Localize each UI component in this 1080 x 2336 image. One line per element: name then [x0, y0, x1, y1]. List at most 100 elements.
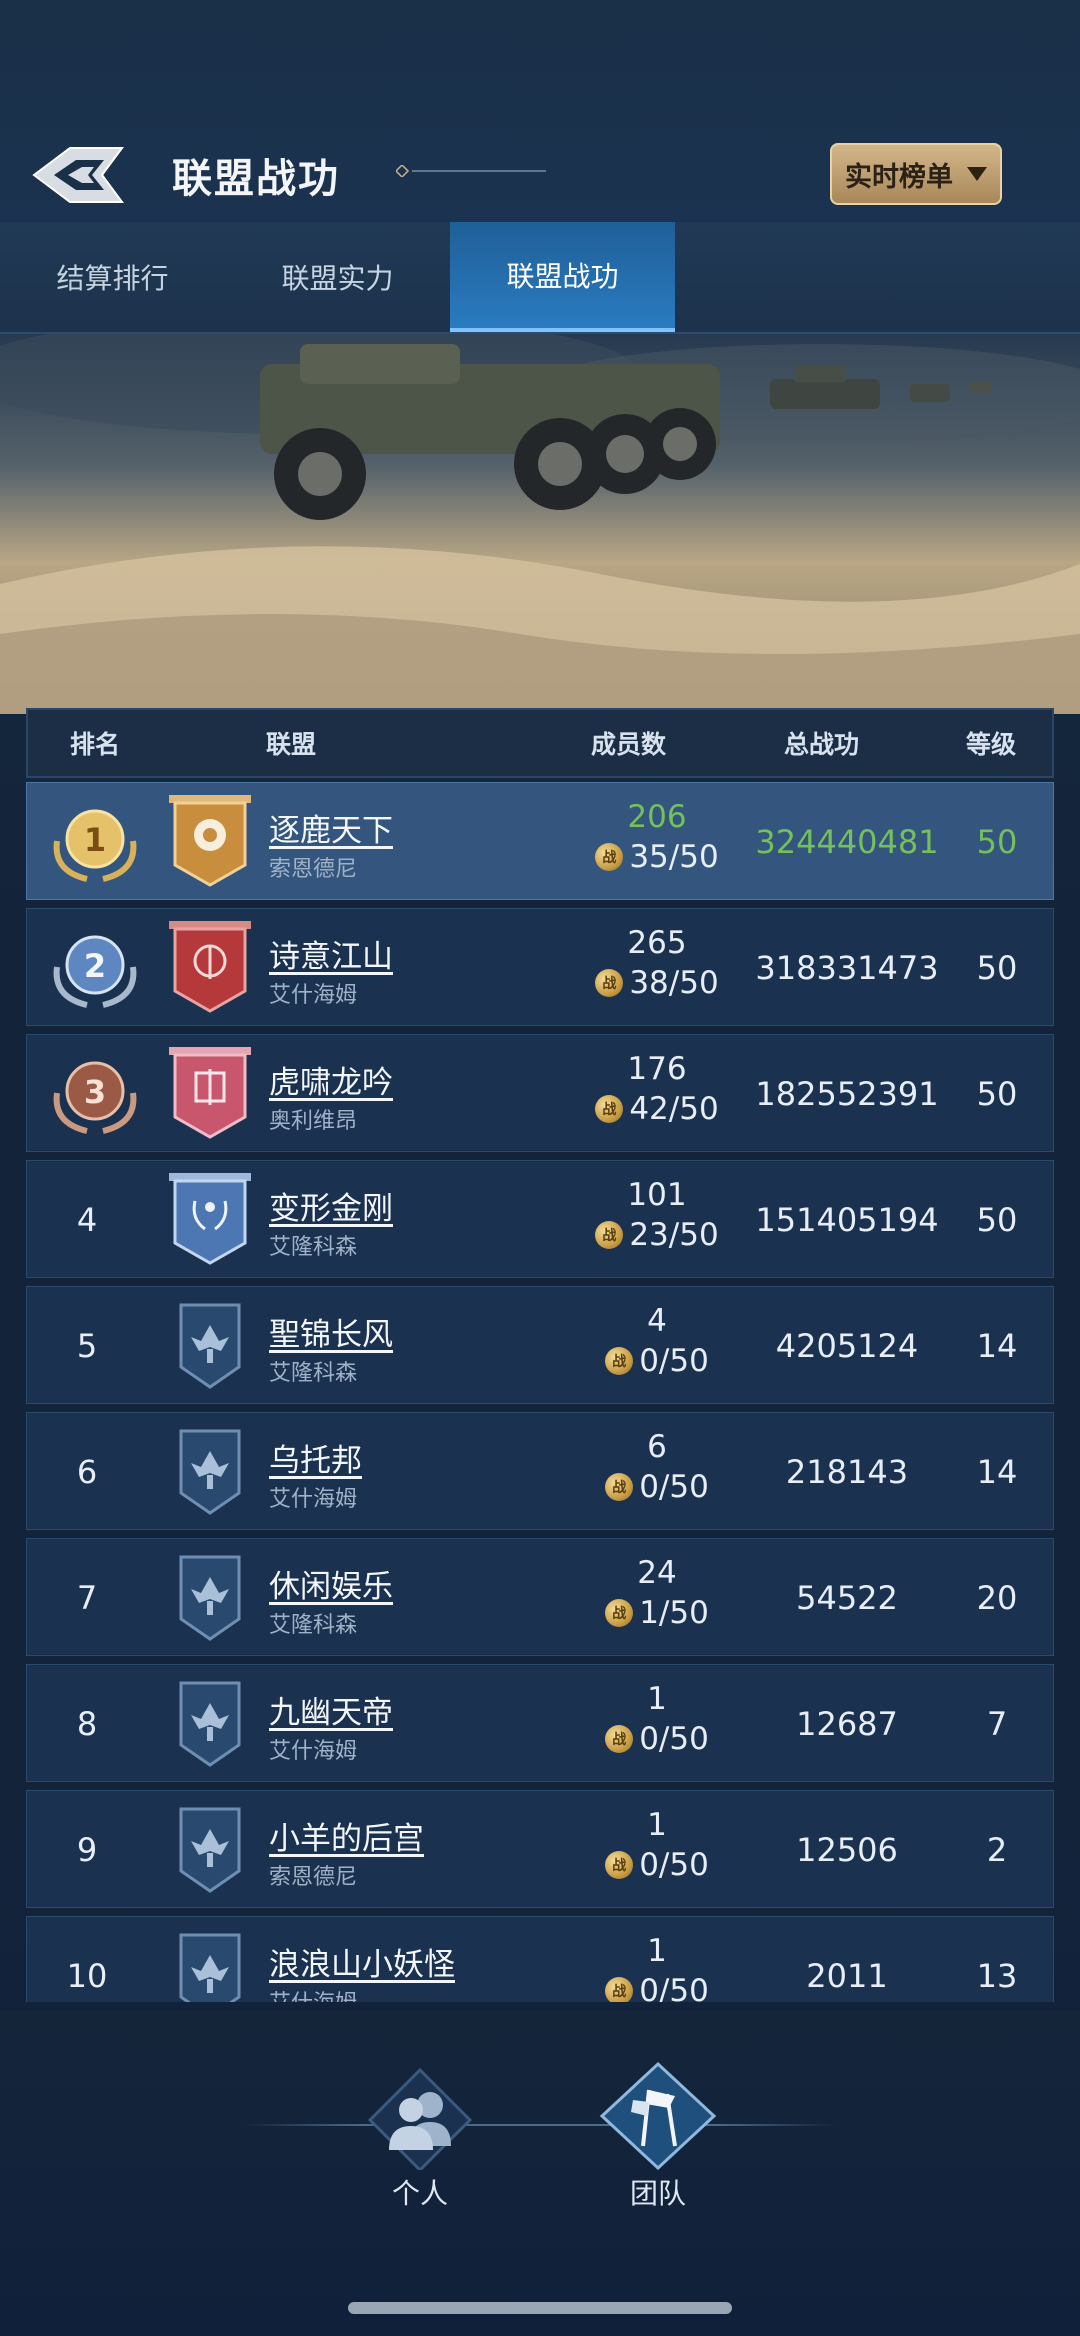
table-row[interactable]: 6 乌托邦 艾什海姆 6 战 0/50 218143 14 [26, 1412, 1054, 1530]
total-merit: 2011 [806, 1957, 888, 1995]
table-row[interactable]: 2 诗意江山 艾什海姆 265 战 38/50 318331473 50 [26, 908, 1054, 1026]
member-count: 206 [627, 799, 687, 835]
total-merit: 151405194 [755, 1201, 939, 1239]
member-count: 1 [647, 1681, 667, 1717]
merit-coin-count: 战 38/50 [567, 965, 747, 1001]
server-name: 索恩德尼 [269, 857, 358, 882]
svg-text:1: 1 [84, 821, 106, 859]
nav-divider [245, 2124, 835, 2126]
merit-coin-icon: 战 [595, 969, 624, 997]
total-merit: 218143 [785, 1453, 909, 1491]
eagle-banner-icon [179, 1429, 241, 1515]
nav-personal-button[interactable]: 个人 [345, 2060, 495, 2210]
back-button[interactable] [30, 140, 130, 210]
coin-value: 0/50 [639, 1721, 709, 1757]
alliance-level: 20 [976, 1579, 1018, 1617]
server-name: 索恩德尼 [269, 1865, 358, 1890]
people-icon [367, 2067, 473, 2170]
table-row[interactable]: 8 九幽天帝 艾什海姆 1 战 0/50 12687 7 [26, 1664, 1054, 1782]
server-name: 艾什海姆 [269, 1487, 358, 1512]
table-row[interactable]: 3 虎啸龙吟 奥利维昂 176 战 42/50 182552391 50 [26, 1034, 1054, 1152]
rank-number: 10 [66, 1957, 108, 1995]
merit-coin-icon: 战 [605, 1725, 634, 1753]
header-rank: 排名 [70, 730, 121, 759]
bottom-nav [0, 2010, 1080, 2336]
title-divider-icon [396, 165, 546, 177]
alliance-level: 50 [976, 949, 1018, 987]
nav-team-button[interactable]: 团队 [583, 2060, 733, 2210]
member-count: 24 [637, 1555, 677, 1591]
table-row[interactable]: 5 聖锦长风 艾隆科森 4 战 0/50 4205124 14 [26, 1286, 1054, 1404]
total-merit: 324440481 [755, 823, 939, 861]
armored-vehicles-image [0, 334, 1080, 714]
alliance-level: 7 [986, 1705, 1008, 1743]
header: 联盟战功 实时榜单 [0, 0, 1080, 222]
member-count: 101 [627, 1177, 687, 1213]
header-level: 等级 [966, 730, 1017, 759]
coin-value: 0/50 [639, 1847, 709, 1883]
server-name: 艾隆科森 [269, 1361, 358, 1386]
merit-coin-count: 战 0/50 [567, 1973, 747, 2002]
table-row[interactable]: 10 浪浪山小妖怪 艾什海姆 1 战 0/50 2011 13 [26, 1916, 1054, 2002]
svg-text:2: 2 [84, 947, 106, 985]
member-count: 1 [647, 1807, 667, 1843]
member-count: 1 [647, 1933, 667, 1969]
alliance-name[interactable]: 聖锦长风 [269, 1309, 393, 1354]
server-name: 艾什海姆 [269, 1985, 357, 2002]
merit-coin-icon: 战 [605, 1473, 634, 1501]
nav-personal-label: 个人 [391, 2177, 448, 2210]
gold-rose-banner-icon [169, 795, 251, 887]
back-arrow-icon [32, 147, 124, 203]
coin-value: 1/50 [639, 1595, 709, 1631]
alliance-name[interactable]: 乌托邦 [269, 1435, 362, 1480]
alliance-name[interactable]: 变形金刚 [269, 1183, 393, 1228]
page-title: 联盟战功 [172, 156, 340, 202]
alliance-level: 14 [976, 1453, 1018, 1491]
rank-number: 7 [76, 1579, 98, 1617]
table-row[interactable]: 9 小羊的后宫 索恩德尼 1 战 0/50 12506 2 [26, 1790, 1054, 1908]
table-row[interactable]: 1 逐鹿天下 索恩德尼 206 战 35/50 324440481 50 [26, 782, 1054, 900]
total-merit: 54522 [796, 1579, 898, 1617]
tab-bar: 结算排行 联盟实力 联盟战功 [0, 222, 1080, 334]
merit-coin-count: 战 35/50 [567, 839, 747, 875]
table-row[interactable]: 4 变形金刚 艾隆科森 101 战 23/50 151405194 50 [26, 1160, 1054, 1278]
alliance-level: 13 [976, 1957, 1018, 1995]
blue-laurel-banner-icon [169, 1173, 251, 1265]
total-merit: 12687 [796, 1705, 898, 1743]
alliance-name[interactable]: 浪浪山小妖怪 [269, 1939, 455, 1984]
rank-number: 9 [76, 1831, 98, 1869]
flags-icon [599, 2061, 717, 2170]
svg-text:3: 3 [84, 1073, 106, 1111]
silver-medal-icon: 2 [53, 935, 137, 1008]
alliance-level: 50 [976, 1075, 1018, 1113]
rank-number: 8 [76, 1705, 98, 1743]
server-name: 艾什海姆 [269, 983, 358, 1008]
member-count: 6 [647, 1429, 667, 1465]
tab-settlement-ranking[interactable]: 结算排行 [0, 222, 225, 332]
nav-team-label: 团队 [629, 2177, 686, 2210]
red-emblem-banner-icon [169, 921, 251, 1013]
server-name: 艾隆科森 [269, 1235, 358, 1260]
total-merit: 182552391 [755, 1075, 939, 1113]
realtime-ranking-dropdown[interactable]: 实时榜单 [830, 143, 1002, 205]
alliance-name[interactable]: 小羊的后宫 [269, 1813, 424, 1858]
alliance-name[interactable]: 虎啸龙吟 [269, 1057, 393, 1102]
rank-number: 4 [76, 1201, 98, 1239]
member-count: 176 [627, 1051, 687, 1087]
tab-alliance-merit[interactable]: 联盟战功 [450, 222, 675, 332]
table-row[interactable]: 7 休闲娱乐 艾隆科森 24 战 1/50 54522 20 [26, 1538, 1054, 1656]
total-merit: 4205124 [775, 1327, 919, 1365]
alliance-name[interactable]: 九幽天帝 [269, 1687, 393, 1732]
home-indicator[interactable] [348, 2302, 732, 2314]
alliance-name[interactable]: 逐鹿天下 [269, 805, 393, 850]
rank-number: 6 [76, 1453, 98, 1491]
alliance-level: 14 [976, 1327, 1018, 1365]
rank-number: 5 [76, 1327, 98, 1365]
alliance-name[interactable]: 诗意江山 [269, 931, 393, 976]
merit-coin-icon: 战 [595, 1095, 624, 1123]
total-merit: 318331473 [755, 949, 939, 987]
header-members: 成员数 [591, 730, 667, 759]
tab-alliance-strength[interactable]: 联盟实力 [225, 222, 450, 332]
eagle-banner-icon [179, 1555, 241, 1641]
alliance-name[interactable]: 休闲娱乐 [269, 1561, 393, 1606]
